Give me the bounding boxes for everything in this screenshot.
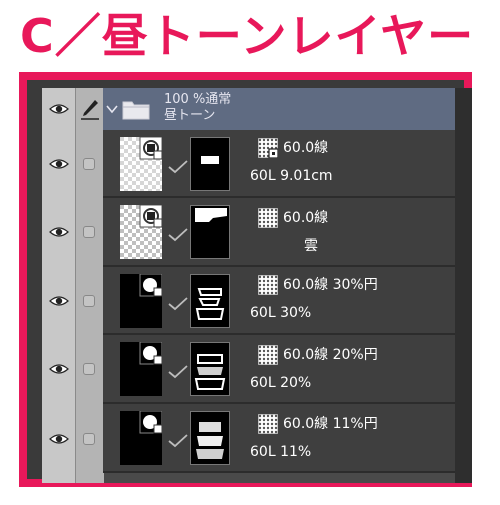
link-check-icon[interactable] xyxy=(168,297,188,311)
layer-name-label: 60L 30% xyxy=(250,305,312,321)
layer-panel: 100 %通常 昼トーン 60.0線 60L 9.01cm 60.0線 雲 60… xyxy=(42,88,472,483)
tone-label: 60.0線 xyxy=(283,140,329,156)
edit-checkbox[interactable] xyxy=(83,363,95,375)
eye-icon[interactable] xyxy=(49,295,69,307)
tone-label: 60.0線 20%円 xyxy=(283,347,378,363)
link-check-icon[interactable] xyxy=(168,160,188,174)
layer-name-label: 雲 xyxy=(304,238,318,254)
layer-name-label: 60L 20% xyxy=(250,375,312,391)
tone-icon xyxy=(258,414,278,434)
layer-mask-thumbnail xyxy=(190,342,230,396)
highlight-frame: 100 %通常 昼トーン 60.0線 60L 9.01cm 60.0線 雲 60… xyxy=(19,72,472,487)
tone-icon xyxy=(258,275,278,295)
edit-checkbox[interactable] xyxy=(83,433,95,445)
mask-shape xyxy=(201,156,219,164)
layer-row[interactable]: 60.0線 60L 9.01cm xyxy=(42,130,455,198)
layer-row[interactable]: 60.0線 30%円 60L 30% xyxy=(42,267,455,335)
layer-mask-thumbnail xyxy=(190,137,230,191)
eye-icon[interactable] xyxy=(49,226,69,238)
eye-icon[interactable] xyxy=(49,363,69,375)
folder-row-content xyxy=(103,88,455,130)
layer-thumbnail xyxy=(120,205,162,259)
link-check-icon[interactable] xyxy=(168,228,188,242)
folder-row-daytone[interactable]: 100 %通常 昼トーン xyxy=(42,88,455,130)
layer-thumbnail xyxy=(120,411,162,465)
folder-icon xyxy=(122,101,150,120)
layer-mask-thumbnail xyxy=(190,411,230,465)
tone-icon xyxy=(258,345,278,365)
link-check-icon[interactable] xyxy=(168,434,188,448)
layer-name-label: 60L 11% xyxy=(250,444,312,460)
layer-row[interactable]: 60.0線 雲 xyxy=(42,198,455,267)
link-check-icon[interactable] xyxy=(168,365,188,379)
layer-thumbnail xyxy=(120,342,162,396)
eye-icon[interactable] xyxy=(49,158,69,170)
tone-label: 60.0線 11%円 xyxy=(283,416,378,432)
mask-shape xyxy=(195,208,227,222)
tone-icon xyxy=(258,138,278,158)
eye-icon[interactable] xyxy=(49,103,69,115)
tone-label: 60.0線 xyxy=(283,210,329,226)
tone-label: 60.0線 30%円 xyxy=(283,277,378,293)
page-title: C／昼トーンレイヤー xyxy=(20,9,475,63)
scrollbar[interactable] xyxy=(455,88,472,483)
mask-shape xyxy=(195,288,225,320)
chevron-down-icon[interactable] xyxy=(106,104,118,114)
layer-thumbnail xyxy=(120,137,162,191)
eye-icon[interactable] xyxy=(49,433,69,445)
pen-icon[interactable] xyxy=(80,98,100,120)
folder-blend-label: 100 %通常 xyxy=(164,92,232,107)
layer-thumbnail xyxy=(120,274,162,328)
layer-row[interactable]: 60.0線 11%円 60L 11% xyxy=(42,404,455,473)
layer-row[interactable]: 60.0線 20%円 60L 20% xyxy=(42,335,455,404)
tone-icon xyxy=(258,208,278,228)
edit-checkbox[interactable] xyxy=(83,226,95,238)
folder-name-label: 昼トーン xyxy=(164,108,216,123)
mask-shape xyxy=(194,354,226,390)
edit-checkbox[interactable] xyxy=(83,158,95,170)
edit-checkbox[interactable] xyxy=(83,295,95,307)
layer-name-label: 60L 9.01cm xyxy=(250,168,333,184)
mask-shape xyxy=(196,422,224,459)
layer-mask-thumbnail xyxy=(190,274,230,328)
layer-mask-thumbnail xyxy=(190,205,230,259)
